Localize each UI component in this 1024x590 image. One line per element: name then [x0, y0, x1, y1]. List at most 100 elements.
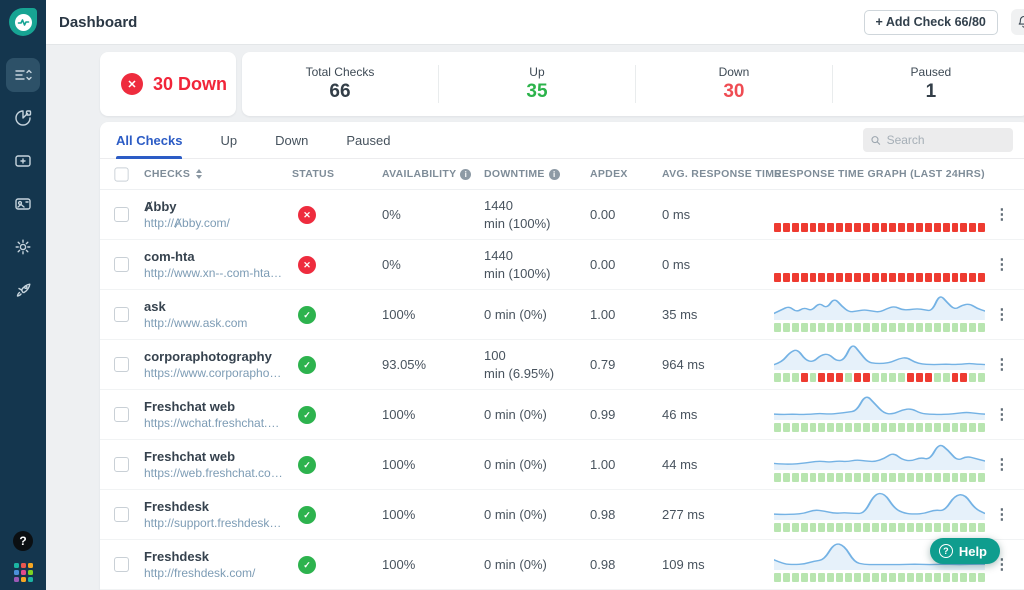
sidebar: ? [0, 0, 46, 590]
tab-up[interactable]: Up [220, 122, 237, 159]
uptime-square [916, 273, 923, 282]
row-checkbox[interactable] [114, 507, 129, 522]
row-checkbox[interactable] [114, 307, 129, 322]
summary-row: ✕ 30 Down Total Checks 66 Up 35 Down 30 [100, 52, 1024, 116]
uptime-square [925, 273, 932, 282]
row-menu-kebab-icon[interactable]: ⋮ [994, 257, 1009, 272]
uptime-square [818, 273, 825, 282]
tab-down[interactable]: Down [275, 122, 308, 159]
row-menu-kebab-icon[interactable]: ⋮ [994, 207, 1009, 222]
uptime-square [943, 423, 950, 432]
uptime-square [810, 273, 817, 282]
row-menu-cell: ⋮ [985, 206, 1019, 224]
uptime-square [863, 573, 870, 582]
sidebar-item-reports[interactable] [6, 101, 40, 135]
row-menu-cell: ⋮ [985, 306, 1019, 324]
uptime-square [854, 223, 861, 232]
stat-value: 35 [439, 81, 635, 103]
uptime-square [810, 323, 817, 332]
sidebar-item-badges[interactable] [6, 144, 40, 178]
help-question-mark-icon: ? [939, 544, 953, 558]
check-url-link[interactable]: http://www.ask.com [144, 316, 284, 330]
search-icon [871, 135, 881, 146]
uptime-square [889, 423, 896, 432]
uptime-square [925, 473, 932, 482]
uptime-square [969, 473, 976, 482]
add-check-button[interactable]: + Add Check 66/80 [864, 10, 998, 35]
uptime-square [916, 423, 923, 432]
response-time-graph [774, 340, 985, 389]
row-checkbox[interactable] [114, 207, 129, 222]
sidebar-item-checks[interactable] [6, 58, 40, 92]
uptime-square [960, 373, 967, 382]
uptime-square [783, 573, 790, 582]
row-menu-kebab-icon[interactable]: ⋮ [994, 357, 1009, 372]
uptime-square [978, 323, 985, 332]
notifications-button[interactable] [1011, 9, 1024, 35]
uptime-square [827, 523, 834, 532]
row-menu-kebab-icon[interactable]: ⋮ [994, 407, 1009, 422]
row-menu-kebab-icon[interactable]: ⋮ [994, 307, 1009, 322]
row-checkbox[interactable] [114, 407, 129, 422]
sidebar-item-integrations[interactable] [6, 273, 40, 307]
response-time-graph [774, 290, 985, 339]
uptime-squares-strip [774, 273, 985, 282]
uptime-square [774, 323, 781, 332]
topbar: Dashboard + Add Check 66/80 M [46, 0, 1024, 45]
uptime-square [863, 323, 870, 332]
freshping-logo[interactable] [9, 8, 37, 36]
check-cell: corporaphotographyhttps://www.corporapho… [144, 349, 292, 380]
check-url-link[interactable]: https://wchat.freshchat.com/ap... [144, 416, 284, 430]
uptime-square [792, 373, 799, 382]
downtime-info-icon[interactable]: i [549, 169, 560, 180]
row-checkbox[interactable] [114, 457, 129, 472]
down-banner: ✕ 30 Down [100, 52, 236, 116]
uptime-square [872, 273, 879, 282]
uptime-square [881, 273, 888, 282]
apdex-value: 0.99 [590, 407, 662, 422]
check-url-link[interactable]: http://freshdesk.com/ [144, 566, 284, 580]
status-cell: ✓ [292, 355, 382, 375]
uptime-square [898, 573, 905, 582]
search-input[interactable] [887, 133, 1005, 147]
check-url-link[interactable]: http://www.xn--.com-hta.com/ [144, 266, 284, 280]
uptime-square [801, 523, 808, 532]
help-button[interactable]: ? Help [930, 538, 1000, 564]
check-cell: Freshdeskhttp://freshdesk.com/ [144, 549, 292, 580]
apps-switcher-icon[interactable] [14, 563, 33, 582]
uptime-square [810, 473, 817, 482]
row-checkbox[interactable] [114, 557, 129, 572]
tab-all-checks[interactable]: All Checks [116, 122, 182, 159]
uptime-square [952, 323, 959, 332]
uptime-square [916, 223, 923, 232]
check-cell: Freshchat webhttps://web.freshchat.com/a… [144, 449, 292, 480]
uptime-square [810, 223, 817, 232]
row-checkbox[interactable] [114, 257, 129, 272]
stat-up: Up 35 [438, 65, 635, 103]
status-up-icon: ✓ [298, 456, 316, 474]
check-url-link[interactable]: http://support.freshdesk.com [144, 516, 284, 530]
sort-control[interactable] [196, 169, 202, 179]
select-all-checkbox[interactable] [114, 167, 128, 181]
sidebar-item-status-pages[interactable] [6, 187, 40, 221]
check-url-link[interactable]: https://www.corporaphotograp... [144, 366, 284, 380]
row-menu-kebab-icon[interactable]: ⋮ [994, 457, 1009, 472]
app-window: ? Dashboard + Add Check 66/80 M [0, 0, 1024, 590]
uptime-square [881, 323, 888, 332]
tab-paused[interactable]: Paused [346, 122, 390, 159]
sidebar-item-settings[interactable] [6, 230, 40, 264]
check-url-link[interactable]: http://Ⱥbby.com/ [144, 216, 284, 230]
row-checkbox[interactable] [114, 357, 129, 372]
availability-info-icon[interactable]: i [460, 169, 471, 180]
check-url-link[interactable]: https://web.freshchat.com/app/... [144, 466, 284, 480]
uptime-square [827, 573, 834, 582]
uptime-square [969, 373, 976, 382]
row-menu-kebab-icon[interactable]: ⋮ [994, 507, 1009, 522]
uptime-square [952, 373, 959, 382]
check-name: Freshchat web [144, 399, 284, 414]
help-question-icon[interactable]: ? [13, 531, 33, 551]
uptime-square [863, 473, 870, 482]
check-cell: Freshdeskhttp://support.freshdesk.com [144, 499, 292, 530]
table-row: Freshchat web https://wchat.freshchat.com… [100, 390, 1024, 440]
apdex-value: 0.00 [590, 257, 662, 272]
